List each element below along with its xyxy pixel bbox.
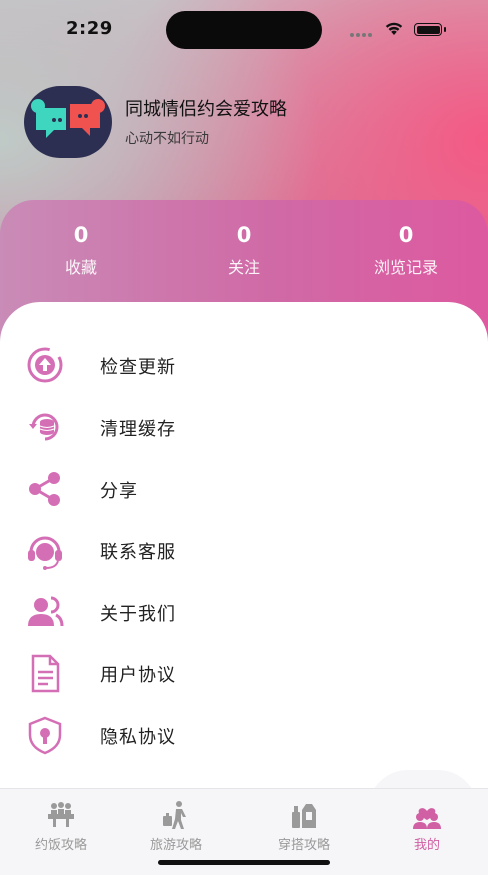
home-indicator [158,860,330,865]
stat-value: 0 [236,223,252,247]
headset-icon [28,536,62,570]
menu-item-share[interactable]: 分享 [0,461,488,517]
tab-label: 我的 [413,838,440,853]
menu-label: 联系客服 [100,542,176,563]
tab-profile[interactable]: 我的 [366,792,488,862]
travel-icon [163,801,186,829]
status-time: 2:29 [66,18,113,39]
tab-label: 约饭攻略 [34,838,87,853]
stat-label: 浏览记录 [373,258,438,277]
menu-item-privacy-policy[interactable]: 隐私协议 [0,707,488,763]
stat-label: 收藏 [64,258,97,277]
menu-label: 隐私协议 [100,727,176,748]
dynamic-island [166,11,322,49]
stat-label: 关注 [227,258,260,277]
menu-item-contact-service[interactable]: 联系客服 [0,522,488,578]
tab-label: 旅游攻略 [149,838,202,853]
tab-travel[interactable]: 旅游攻略 [115,792,237,862]
stat-value: 0 [73,223,89,247]
update-icon [27,347,63,383]
battery-tip [444,27,446,32]
status-bar: 2:29 [0,0,488,60]
app-slogan: 心动不如行动 [125,131,209,147]
stat-history[interactable]: 0 浏览记录 [341,222,471,278]
menu-label: 分享 [100,481,138,502]
menu-label: 用户协议 [100,665,176,686]
profile-icon [413,808,441,829]
menu-item-clear-cache[interactable]: 清理缓存 [0,399,488,455]
about-us-icon [28,596,64,627]
chat-bubbles-icon [31,99,105,138]
app-logo [24,86,112,158]
dining-icon [48,802,74,827]
menu-label: 清理缓存 [100,419,176,440]
tab-dining[interactable]: 约饭攻略 [0,792,122,862]
app-name: 同城情侣约会爱攻略 [125,99,287,120]
battery-icon [414,23,442,36]
tab-outfit[interactable]: 穿搭攻略 [243,792,365,862]
menu-item-user-agreement[interactable]: 用户协议 [0,645,488,701]
document-icon [31,654,60,693]
menu-item-check-update[interactable]: 检查更新 [0,337,488,393]
tab-label: 穿搭攻略 [277,838,330,853]
privacy-shield-icon [28,716,62,755]
stat-favorites[interactable]: 0 收藏 [16,222,146,278]
signal-icon [350,22,374,37]
stat-following[interactable]: 0 关注 [179,222,309,278]
menu-label: 检查更新 [100,357,176,378]
stat-value: 0 [398,223,414,247]
outfit-icon [292,804,316,828]
share-icon [29,472,60,506]
menu-label: 关于我们 [100,604,176,625]
menu-item-about-us[interactable]: 关于我们 [0,584,488,640]
wifi-icon [385,22,403,35]
clear-cache-icon [29,413,59,441]
